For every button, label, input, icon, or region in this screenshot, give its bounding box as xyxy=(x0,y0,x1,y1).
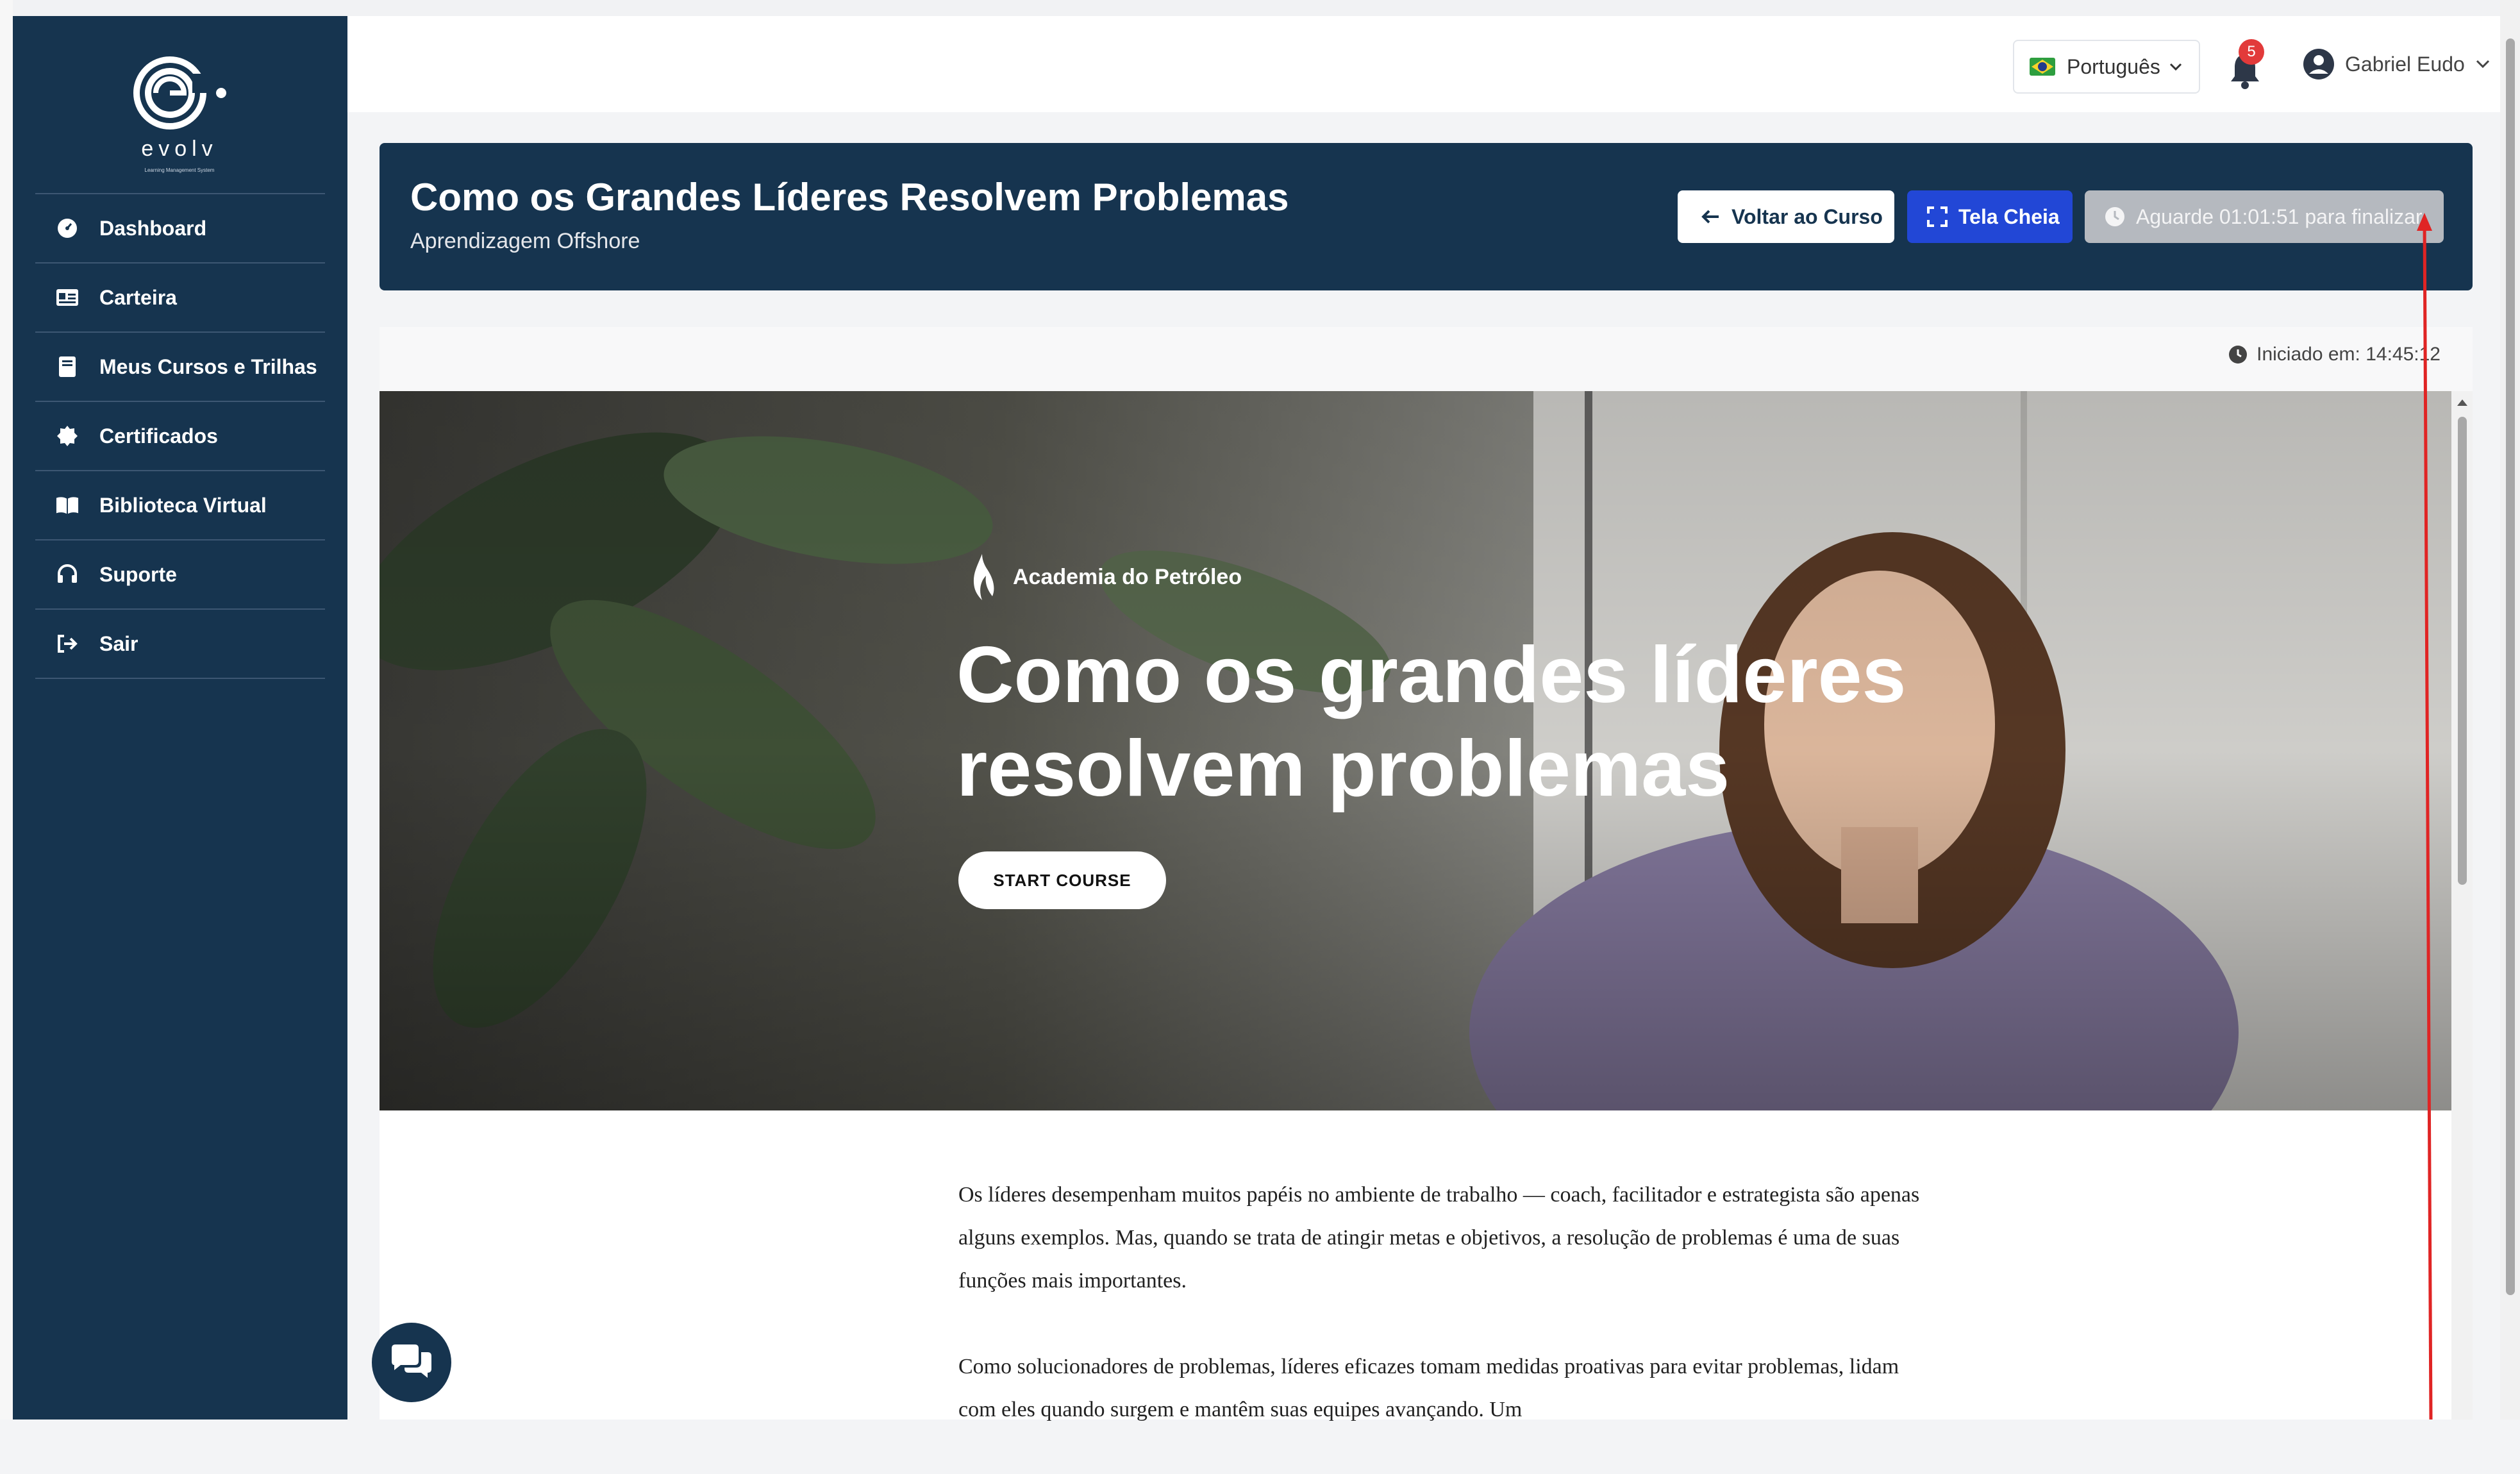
finish-wait-label: Aguarde 01:01:51 para finalizar xyxy=(2136,205,2423,228)
chat-button[interactable] xyxy=(372,1323,451,1402)
sidebar-item-label: Certificados xyxy=(99,424,218,448)
sidebar-item-biblioteca[interactable]: Biblioteca Virtual xyxy=(35,471,325,540)
article-paragraph: Os líderes desempenham muitos papéis no … xyxy=(958,1183,1920,1293)
clock-icon xyxy=(2229,346,2248,364)
logout-icon xyxy=(56,632,79,655)
window-left-edge xyxy=(0,0,13,1420)
hero-title-line: Como os grandes líderes xyxy=(956,631,1907,719)
content-scrollbar[interactable] xyxy=(2451,391,2473,1420)
sidebar-item-carteira[interactable]: Carteira xyxy=(35,264,325,333)
content-scrollbar-thumb[interactable] xyxy=(2458,417,2467,885)
logo-subtitle: Learning Management System xyxy=(144,167,215,173)
annotation-arrow xyxy=(2417,213,2433,1420)
sidebar-item-suporte[interactable]: Suporte xyxy=(35,540,325,610)
open-book-icon xyxy=(56,494,79,517)
notification-badge: 5 xyxy=(2239,39,2264,65)
course-hero-banner: Academia do Petróleo Como os grandes líd… xyxy=(380,391,2451,1110)
academy-name: Academia do Petróleo xyxy=(1013,564,1242,589)
evolv-logo-icon xyxy=(133,56,226,130)
back-to-course-label: Voltar ao Curso xyxy=(1731,205,1883,228)
start-course-button[interactable]: START COURSE xyxy=(958,851,1166,909)
expand-icon xyxy=(1927,206,1948,227)
certificate-icon xyxy=(56,424,79,448)
course-title-bar: Como os Grandes Líderes Resolvem Problem… xyxy=(380,143,2473,290)
sidebar-item-label: Sair xyxy=(99,632,138,655)
brazil-flag-icon xyxy=(2030,58,2055,76)
fullscreen-button[interactable]: Tela Cheia xyxy=(1907,190,2073,243)
started-at: Iniciado em: 14:45:12 xyxy=(2228,344,2441,365)
card-header: Iniciado em: 14:45:12 xyxy=(380,327,2473,391)
sidebar-item-label: Carteira xyxy=(99,285,177,309)
book-icon xyxy=(56,355,79,378)
scroll-up-arrow-icon[interactable] xyxy=(2457,399,2468,406)
language-label: Português xyxy=(2067,54,2160,78)
sidebar-item-label: Suporte xyxy=(99,562,177,586)
sidebar-item-sair[interactable]: Sair xyxy=(35,610,325,679)
chat-bubbles-icon xyxy=(392,1344,431,1378)
sidebar: evolv Learning Management System Dashboa… xyxy=(13,16,347,1420)
chevron-down-icon xyxy=(2169,63,2182,71)
article-body: Os líderes desempenham muitos papéis no … xyxy=(958,1173,1933,1474)
academy-brand: Academia do Petróleo xyxy=(963,551,1242,603)
top-header: Português 5 Gabriel Eudo xyxy=(347,16,2520,112)
sidebar-item-label: Meus Cursos e Trilhas xyxy=(99,355,317,378)
page-subtitle: Aprendizagem Offshore xyxy=(410,229,640,253)
clock-icon xyxy=(2105,207,2124,226)
id-card-icon xyxy=(56,286,79,309)
article-paragraph: Como solucionadores de problemas, lídere… xyxy=(958,1355,1899,1421)
user-menu[interactable]: Gabriel Eudo xyxy=(2303,45,2491,83)
sidebar-nav: Dashboard Carteira Meus Cursos e Trilhas… xyxy=(35,194,325,679)
browser-top-strip xyxy=(0,0,2520,16)
logo-text: evolv xyxy=(141,137,218,161)
back-to-course-button[interactable]: Voltar ao Curso xyxy=(1678,190,1894,243)
language-selector[interactable]: Português xyxy=(2013,40,2200,94)
dashboard-icon xyxy=(56,217,79,240)
headset-icon xyxy=(56,563,79,586)
user-name: Gabriel Eudo xyxy=(2345,52,2465,76)
sidebar-item-label: Biblioteca Virtual xyxy=(99,493,267,517)
sidebar-item-dashboard[interactable]: Dashboard xyxy=(35,194,325,264)
arrow-left-icon xyxy=(1701,210,1719,224)
course-content-card: Iniciado em: 14:45:12 Academia do Petról… xyxy=(380,327,2473,1421)
flame-logo-icon xyxy=(973,554,994,600)
sidebar-item-meus-cursos[interactable]: Meus Cursos e Trilhas xyxy=(35,333,325,402)
sidebar-item-label: Dashboard xyxy=(99,216,207,240)
sidebar-item-certificados[interactable]: Certificados xyxy=(35,402,325,471)
user-avatar-icon xyxy=(2303,49,2334,80)
evolv-logo[interactable]: evolv Learning Management System xyxy=(125,54,234,183)
fullscreen-label: Tela Cheia xyxy=(1958,205,2060,228)
page-scrollbar-thumb[interactable] xyxy=(2506,38,2515,1295)
finish-wait-button[interactable]: Aguarde 01:01:51 para finalizar xyxy=(2085,190,2444,243)
chevron-down-icon xyxy=(2476,60,2489,69)
hero-title: Como os grandes líderes resolvem problem… xyxy=(956,628,1982,816)
page-scrollbar[interactable] xyxy=(2500,0,2520,1420)
page-title: Como os Grandes Líderes Resolvem Problem… xyxy=(410,176,1289,219)
hero-title-line: resolvem problemas xyxy=(956,724,1730,813)
